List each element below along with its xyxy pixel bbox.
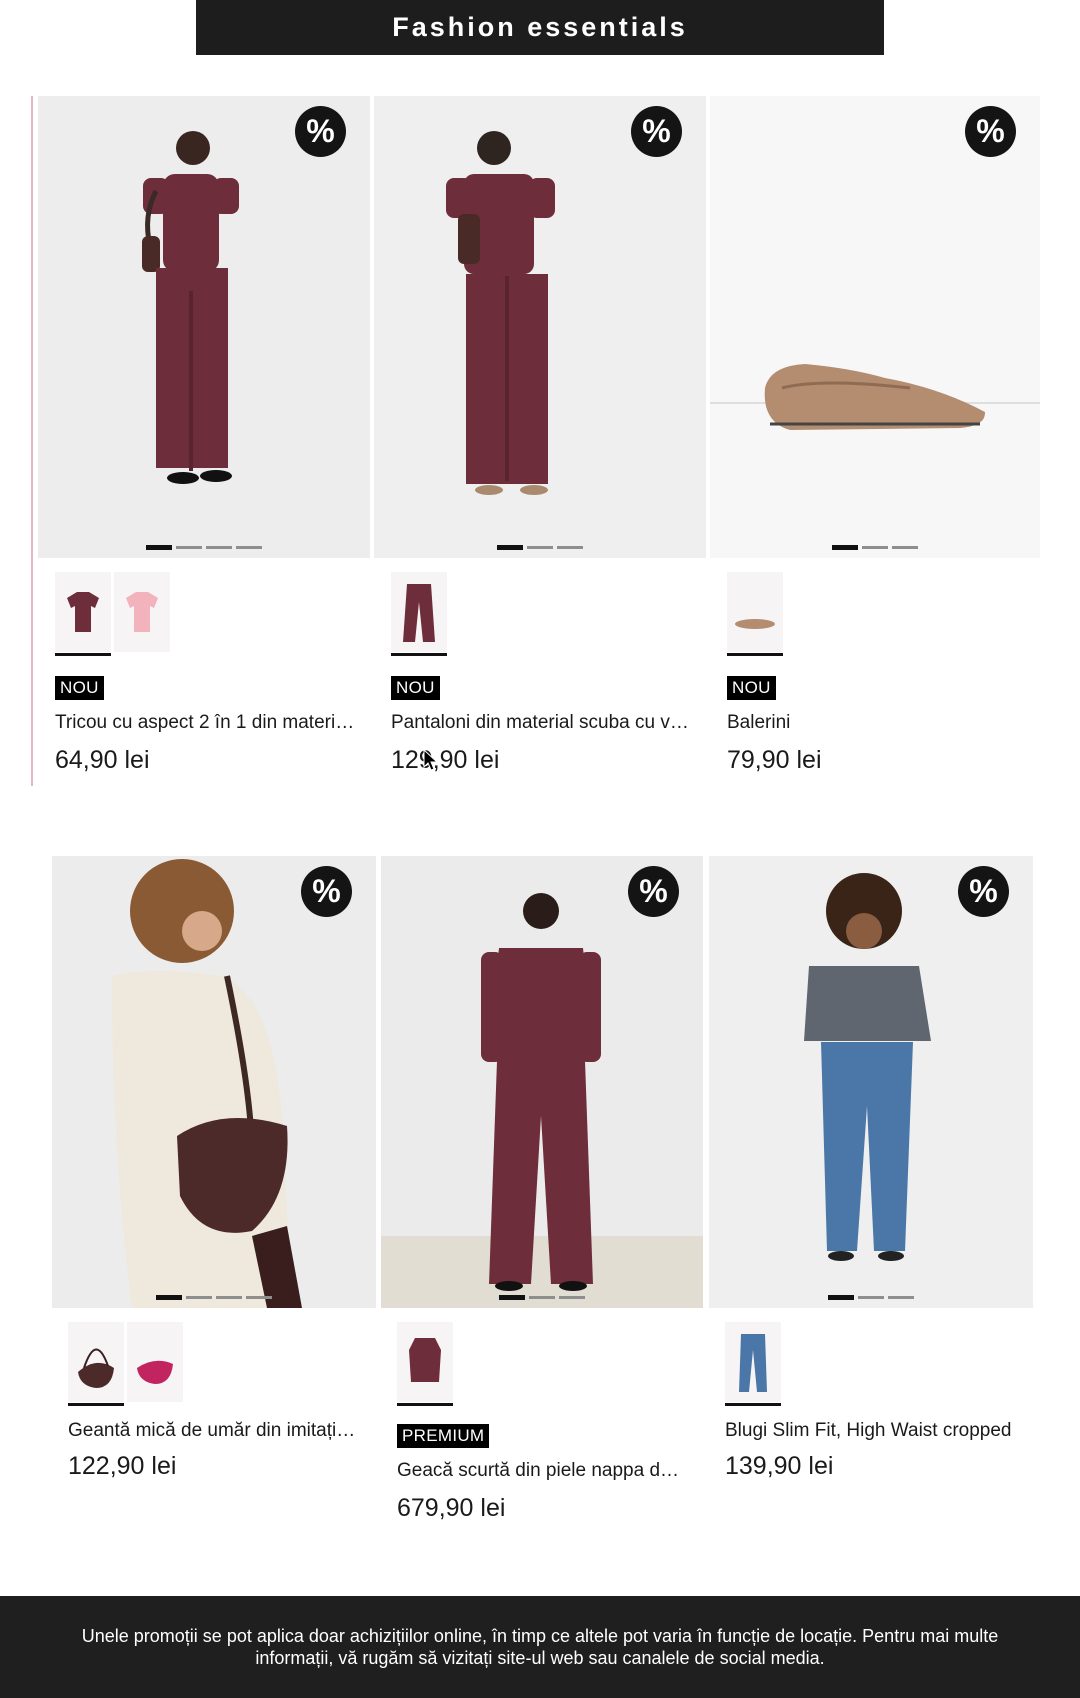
product-card[interactable]: % Blugi Slim Fit, High Waist cropped 139…	[709, 856, 1033, 1556]
color-swatch[interactable]	[68, 1322, 124, 1406]
carousel-dot[interactable]	[146, 545, 172, 550]
carousel-dot[interactable]	[246, 1296, 272, 1299]
carousel-dot[interactable]	[206, 546, 232, 549]
product-image[interactable]: %	[709, 856, 1033, 1308]
product-title[interactable]: Geantă mică de umăr din imitație …	[68, 1420, 364, 1442]
accent-divider	[31, 96, 33, 786]
color-swatch[interactable]	[114, 572, 170, 652]
carousel-dot[interactable]	[156, 1295, 182, 1300]
discount-badge-icon: %	[958, 866, 1009, 917]
carousel-dot[interactable]	[176, 546, 202, 549]
product-tag: NOU	[727, 676, 776, 700]
color-swatches	[397, 1322, 453, 1406]
product-title[interactable]: Geacă scurtă din piele nappa de …	[397, 1460, 689, 1482]
section-title: Fashion essentials	[392, 12, 688, 42]
product-card[interactable]: % NOU Tricou cu aspect 2 în 1 din materi…	[38, 96, 370, 786]
product-title[interactable]: Balerini	[727, 712, 1027, 734]
carousel-dot[interactable]	[832, 545, 858, 550]
color-swatch[interactable]	[127, 1322, 183, 1402]
color-swatch[interactable]	[55, 572, 111, 656]
product-title[interactable]: Blugi Slim Fit, High Waist cropped	[725, 1420, 1021, 1442]
product-card[interactable]: % PREMIUM Geacă scurtă din piele nappa d…	[381, 856, 703, 1556]
product-price: 64,90 lei	[55, 746, 150, 774]
product-image[interactable]: %	[381, 856, 703, 1308]
image-carousel-dots[interactable]	[832, 545, 918, 550]
product-price: 122,90 lei	[68, 1452, 177, 1480]
image-carousel-dots[interactable]	[497, 545, 583, 550]
product-price: 79,90 lei	[727, 746, 822, 774]
carousel-dot[interactable]	[529, 1296, 555, 1299]
carousel-dot[interactable]	[497, 545, 523, 550]
product-tag: NOU	[391, 676, 440, 700]
image-carousel-dots[interactable]	[828, 1295, 914, 1300]
product-price: 129,90 lei	[391, 746, 500, 774]
color-swatches	[68, 1322, 183, 1406]
color-swatches	[55, 572, 170, 656]
product-tag: PREMIUM	[397, 1424, 490, 1448]
promo-disclaimer: Unele promoții se pot aplica doar achizi…	[0, 1596, 1080, 1698]
promo-disclaimer-text: Unele promoții se pot aplica doar achizi…	[81, 1626, 999, 1668]
color-swatches	[727, 572, 783, 656]
product-image[interactable]: %	[52, 856, 376, 1308]
carousel-dot[interactable]	[186, 1296, 212, 1299]
image-carousel-dots[interactable]	[146, 545, 262, 550]
color-swatch[interactable]	[391, 572, 447, 656]
discount-badge-icon: %	[965, 106, 1016, 157]
product-card[interactable]: % NOU Pantaloni din material scuba cu vi…	[374, 96, 706, 786]
product-price: 679,90 lei	[397, 1494, 506, 1522]
product-title[interactable]: Tricou cu aspect 2 în 1 din materi…	[55, 712, 355, 734]
carousel-dot[interactable]	[527, 546, 553, 549]
color-swatch[interactable]	[727, 572, 783, 656]
carousel-dot[interactable]	[858, 1296, 884, 1299]
mouse-cursor-icon	[423, 749, 439, 771]
product-image[interactable]: %	[710, 96, 1040, 558]
carousel-dot[interactable]	[557, 546, 583, 549]
color-swatch[interactable]	[725, 1322, 781, 1406]
image-carousel-dots[interactable]	[499, 1295, 585, 1300]
carousel-dot[interactable]	[828, 1295, 854, 1300]
discount-badge-icon: %	[295, 106, 346, 157]
product-image[interactable]: %	[374, 96, 706, 558]
carousel-dot[interactable]	[892, 546, 918, 549]
carousel-dot[interactable]	[559, 1296, 585, 1299]
section-header: Fashion essentials	[196, 0, 884, 55]
discount-badge-icon: %	[301, 866, 352, 917]
product-tag: NOU	[55, 676, 104, 700]
product-card[interactable]: % NOU Balerini 79,90 lei	[710, 96, 1040, 786]
carousel-dot[interactable]	[499, 1295, 525, 1300]
carousel-dot[interactable]	[216, 1296, 242, 1299]
color-swatches	[725, 1322, 781, 1406]
product-image[interactable]: %	[38, 96, 370, 558]
discount-badge-icon: %	[628, 866, 679, 917]
discount-badge-icon: %	[631, 106, 682, 157]
product-price: 139,90 lei	[725, 1452, 834, 1480]
product-card[interactable]: % Geantă mică de umăr din imitație … 122…	[52, 856, 376, 1556]
color-swatches	[391, 572, 447, 656]
product-title[interactable]: Pantaloni din material scuba cu vi…	[391, 712, 691, 734]
carousel-dot[interactable]	[888, 1296, 914, 1299]
carousel-dot[interactable]	[862, 546, 888, 549]
image-carousel-dots[interactable]	[156, 1295, 272, 1300]
color-swatch[interactable]	[397, 1322, 453, 1406]
carousel-dot[interactable]	[236, 546, 262, 549]
